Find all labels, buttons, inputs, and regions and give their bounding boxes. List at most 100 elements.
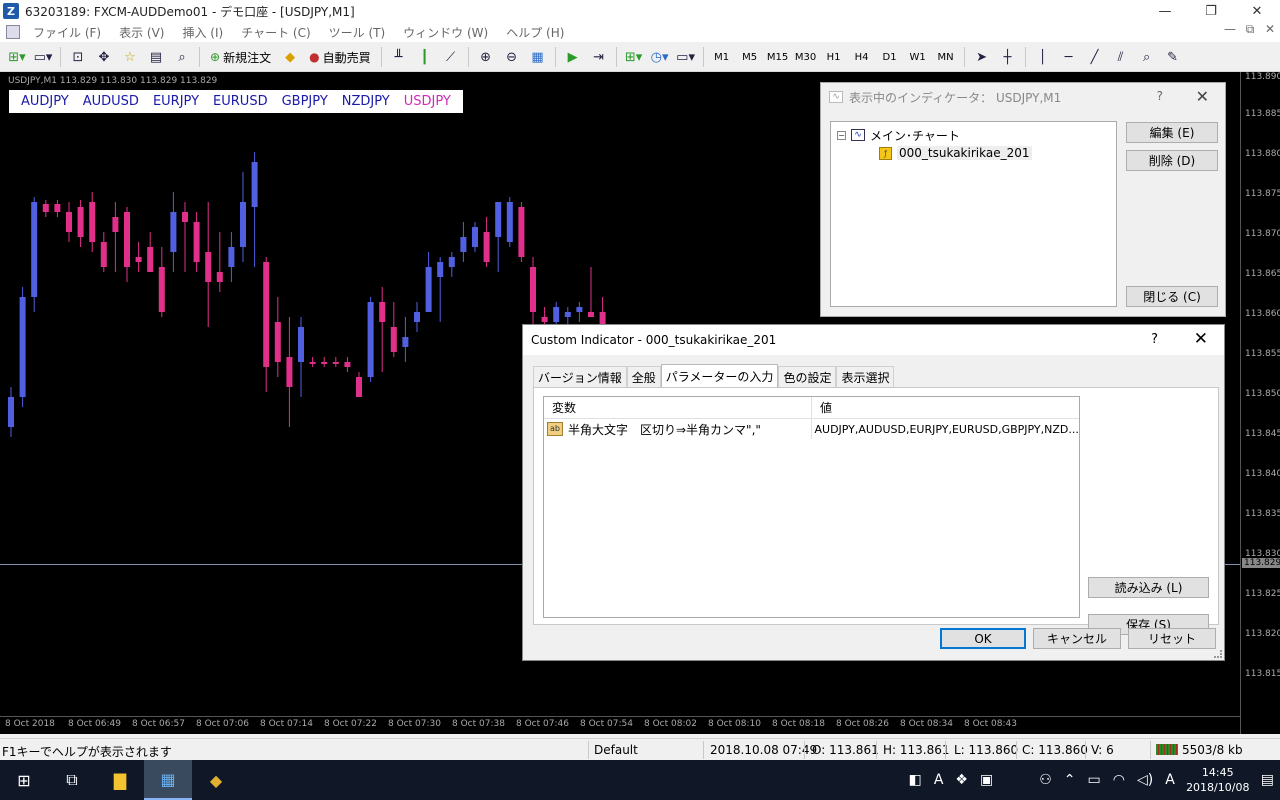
cursor-icon[interactable]: ➤ [971,46,993,68]
symbol-button-gbpjpy[interactable]: GBPJPY [275,94,335,109]
text-tool-icon[interactable]: ✎ [1162,46,1184,68]
metaeditor-taskbar-icon[interactable]: ◆ [192,760,240,800]
edit-button[interactable]: 編集 (E) [1126,122,1218,143]
new-order-button[interactable]: ⊕ 新規注文 [206,46,275,68]
file-explorer-icon[interactable]: ▇ [96,760,144,800]
symbol-button-usdjpy[interactable]: USDJPY [397,94,458,109]
child-minimize-button[interactable]: — [1220,22,1240,37]
metatrader-taskbar-icon[interactable]: ▦ [144,760,192,800]
close-window-button[interactable]: ✕ [1234,0,1280,22]
tab-colors[interactable]: 色の設定 [778,366,837,387]
menu-help[interactable]: ヘルプ (H) [497,24,573,41]
load-button[interactable]: 読み込み (L) [1088,577,1209,598]
timeframe-m30[interactable]: M30 [792,52,820,63]
timeframe-h1[interactable]: H1 [820,52,848,63]
zoom-out-icon[interactable]: ⊖ [501,46,523,68]
tray-app-icon[interactable]: ❖ [955,772,968,788]
cancel-button[interactable]: キャンセル [1033,628,1121,649]
windows-start-icon[interactable]: ⊞ [0,760,48,800]
channel-icon[interactable]: ⫽ [1110,46,1132,68]
param-value[interactable]: AUDJPY,AUDUSD,EURJPY,EURUSD,GBPJPY,NZD..… [812,423,1080,436]
tab-inputs[interactable]: パラメーターの入力 [660,364,779,387]
minimize-button[interactable]: — [1142,0,1188,22]
table-row[interactable]: ab 半角大文字 区切り⇒半角カンマ"," AUDJPY,AUDUSD,EURJ… [544,419,1079,439]
chart-shift-icon[interactable]: ⇥ [588,46,610,68]
tab-about[interactable]: バージョン情報 [533,366,627,387]
battery-icon[interactable]: ▭ [1088,772,1101,788]
menu-file[interactable]: ファイル (F) [24,24,110,41]
symbol-button-audusd[interactable]: AUDUSD [76,94,146,109]
resize-grip[interactable] [1214,650,1222,658]
delete-button[interactable]: 削除 (D) [1126,150,1218,171]
volume-icon[interactable]: ◁) [1137,772,1153,788]
timeframe-m5[interactable]: M5 [736,52,764,63]
child-close-button[interactable]: ✕ [1260,22,1280,37]
tab-visualization[interactable]: 表示選択 [836,366,895,387]
tile-windows-icon[interactable]: ▦ [527,46,549,68]
timeframe-m1[interactable]: M1 [708,52,736,63]
tray-app-icon[interactable]: ◧ [909,772,922,788]
ime-indicator[interactable]: A [934,772,944,788]
terminal-icon[interactable]: ▤ [145,46,167,68]
task-view-icon[interactable]: ⧉ [48,760,96,800]
close-button[interactable]: 閉じる (C) [1126,286,1218,307]
profile-name[interactable]: Default [594,743,638,757]
symbol-button-eurjpy[interactable]: EURJPY [146,94,206,109]
horizontal-line-icon[interactable]: ─ [1058,46,1080,68]
profiles-icon[interactable]: ▭▾ [32,46,54,68]
symbol-button-nzdjpy[interactable]: NZDJPY [335,94,397,109]
auto-scroll-icon[interactable]: ▶ [562,46,584,68]
tab-common[interactable]: 全般 [626,366,661,387]
timeframe-m15[interactable]: M15 [764,52,792,63]
menu-view[interactable]: 表示 (V) [110,24,173,41]
help-button[interactable]: ? [1157,89,1163,103]
line-chart-icon[interactable]: ⟋ [440,46,462,68]
notification-icon[interactable]: ▤ [1261,772,1274,788]
templates-icon[interactable]: ▭▾ [675,46,697,68]
periods-icon[interactable]: ◷▾ [649,46,671,68]
symbol-button-audjpy[interactable]: AUDJPY [14,94,76,109]
meta-editor-icon[interactable]: ◆ [279,46,301,68]
ime-mode-icon[interactable]: A [1165,772,1175,788]
timeframe-d1[interactable]: D1 [876,52,904,63]
document-icon[interactable] [6,25,20,39]
indicators-icon[interactable]: ⊞▾ [623,46,645,68]
tester-icon[interactable]: ⌕ [171,46,193,68]
close-icon[interactable]: ✕ [1194,329,1208,349]
close-icon[interactable]: ✕ [1196,87,1209,106]
reset-button[interactable]: リセット [1128,628,1216,649]
help-button[interactable]: ? [1151,332,1158,347]
symbol-button-eurusd[interactable]: EURUSD [206,94,275,109]
menu-window[interactable]: ウィンドウ (W) [394,24,497,41]
ok-button[interactable]: OK [940,628,1026,649]
fibonacci-icon[interactable]: ⌕ [1136,46,1158,68]
collapse-icon[interactable]: − [837,130,846,140]
people-icon[interactable]: ⚇ [1039,772,1052,788]
restore-button[interactable]: ❐ [1188,0,1234,22]
timeframe-h4[interactable]: H4 [848,52,876,63]
auto-trade-button[interactable]: ● 自動売買 [305,46,375,68]
wifi-icon[interactable]: ◠ [1113,772,1125,788]
timeframe-mn[interactable]: MN [932,52,960,63]
timeframe-w1[interactable]: W1 [904,52,932,63]
navigator-icon[interactable]: ✥ [93,46,115,68]
menu-insert[interactable]: 挿入 (I) [173,24,232,41]
tree-node-indicator[interactable]: ƒ 000_tsukakirikae_201 [879,144,1110,162]
favorites-icon[interactable]: ☆ [119,46,141,68]
trendline-icon[interactable]: ╱ [1084,46,1106,68]
candlestick-icon[interactable]: ┃ [414,46,436,68]
connection-bars-icon[interactable] [1156,744,1178,755]
menu-chart[interactable]: チャート (C) [232,24,319,41]
new-chart-icon[interactable]: ⊞▾ [6,46,28,68]
market-watch-icon[interactable]: ⊡ [67,46,89,68]
clock[interactable]: 14:45 2018/10/08 [1181,765,1255,795]
tray-app-icon[interactable]: ▣ [980,772,993,788]
chevron-up-icon[interactable]: ⌃ [1064,772,1076,788]
zoom-in-icon[interactable]: ⊕ [475,46,497,68]
crosshair-icon[interactable]: ┼ [997,46,1019,68]
menu-tools[interactable]: ツール (T) [320,24,395,41]
bar-chart-icon[interactable]: ╨ [388,46,410,68]
child-restore-button[interactable]: ⧉ [1240,22,1260,37]
vertical-line-icon[interactable]: │ [1032,46,1054,68]
tree-node-main-chart[interactable]: − ∿ メイン･チャート [837,126,1110,144]
